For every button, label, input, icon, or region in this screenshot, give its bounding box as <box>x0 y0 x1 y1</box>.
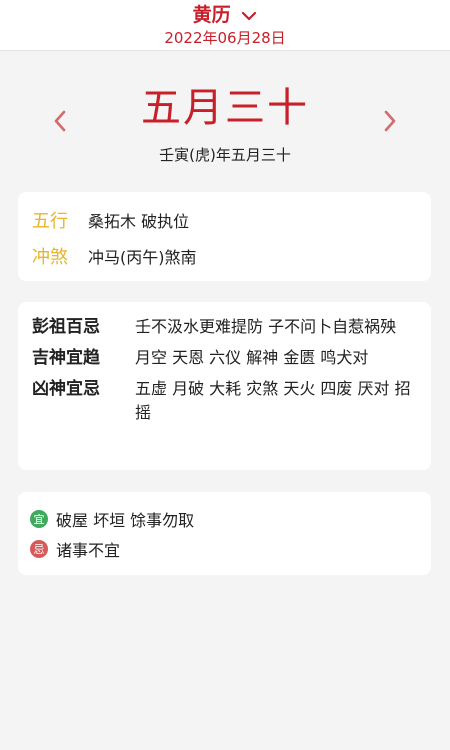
ji-row: 忌 诸事不宜 <box>30 534 419 564</box>
next-day-button[interactable] <box>378 108 402 138</box>
taboo-card: 彭祖百忌 壬不汲水更难提防 子不问卜自惹祸殃 吉神宜趋 月空 天恩 六仪 解神 … <box>18 302 431 470</box>
xiongshen-label: 凶神宜忌 <box>32 379 100 399</box>
jishen-row: 吉神宜趋 月空 天恩 六仪 解神 金匮 鸣犬对 <box>32 345 417 371</box>
jishen-value: 月空 天恩 六仪 解神 金匮 鸣犬对 <box>135 348 369 367</box>
chevron-right-icon <box>382 109 398 137</box>
pengzu-label: 彭祖百忌 <box>32 317 100 337</box>
yiji-card: 宜 破屋 坏垣 馀事勿取 忌 诸事不宜 <box>18 492 431 575</box>
header: 黄历 2022年06月28日 <box>0 0 450 51</box>
chongsha-label: 冲煞 <box>32 247 68 268</box>
chongsha-row: 冲煞 冲马(丙午)煞南 <box>32 238 417 274</box>
ji-text: 诸事不宜 <box>56 541 121 560</box>
yi-row: 宜 破屋 坏垣 馀事勿取 <box>30 504 419 534</box>
solar-date[interactable]: 2022年06月28日 <box>0 28 450 48</box>
pengzu-row: 彭祖百忌 壬不汲水更难提防 子不问卜自惹祸殃 <box>32 314 417 340</box>
chevron-down-icon <box>241 4 257 28</box>
calendar-type-selector[interactable]: 黄历 <box>0 3 450 28</box>
wuxing-value: 桑拓木 破执位 <box>88 212 190 231</box>
pengzu-value: 壬不汲水更难提防 子不问卜自惹祸殃 <box>135 317 397 336</box>
wuxing-row: 五行 桑拓木 破执位 <box>32 202 417 238</box>
ji-badge-icon: 忌 <box>30 540 48 558</box>
yi-badge-icon: 宜 <box>30 510 48 528</box>
wuxing-card: 五行 桑拓木 破执位 冲煞 冲马(丙午)煞南 <box>18 192 431 281</box>
chongsha-value: 冲马(丙午)煞南 <box>88 248 197 267</box>
xiongshen-row: 凶神宜忌 五虚 月破 大耗 灾煞 天火 四废 厌对 招摇 <box>32 376 417 425</box>
yi-text: 破屋 坏垣 馀事勿取 <box>56 511 195 530</box>
ganzhi-date: 壬寅(虎)年五月三十 <box>159 146 291 164</box>
wuxing-label: 五行 <box>32 211 68 232</box>
page-title: 黄历 <box>192 4 231 26</box>
jishen-label: 吉神宜趋 <box>32 348 100 368</box>
xiongshen-value: 五虚 月破 大耗 灾煞 天火 四废 厌对 招摇 <box>135 379 411 422</box>
